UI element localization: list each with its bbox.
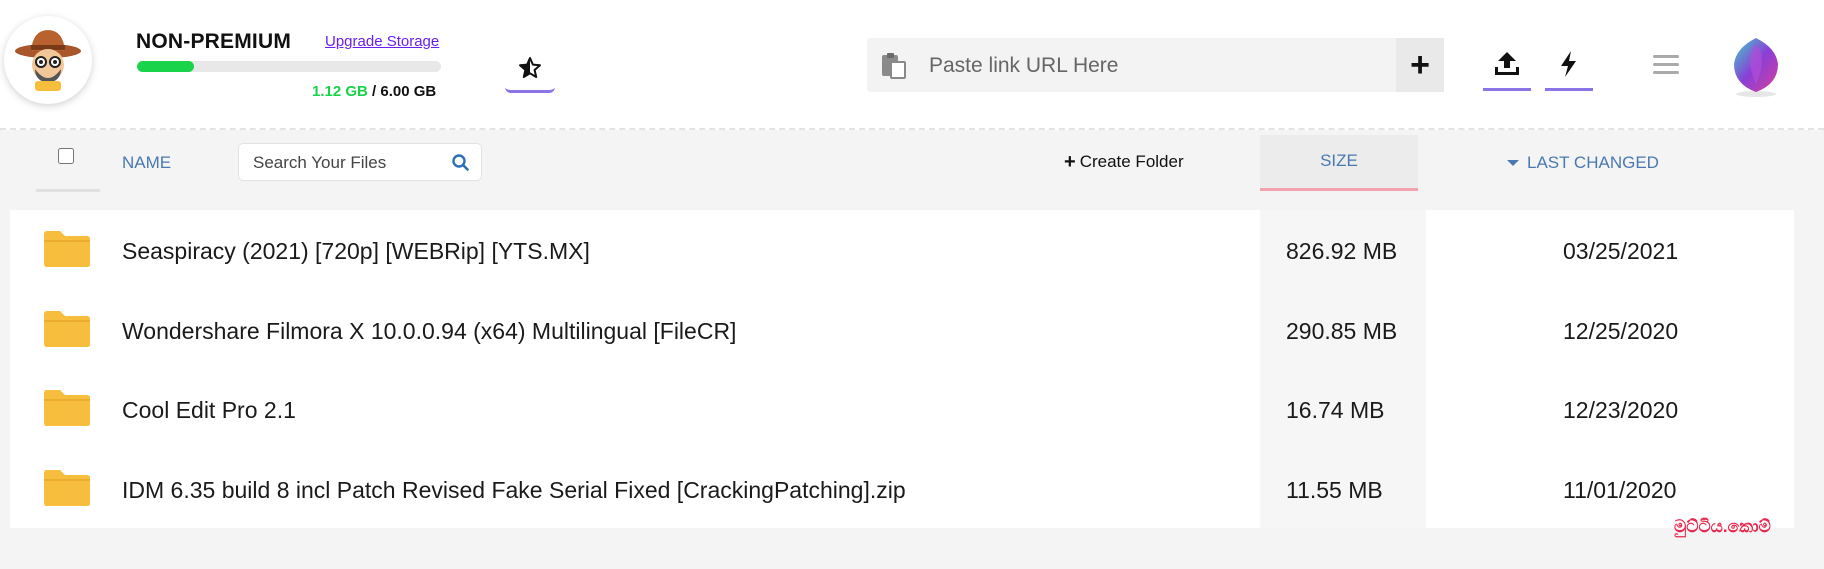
last-changed-label: LAST CHANGED [1527,153,1659,172]
column-header-name[interactable]: NAME [122,153,171,173]
folder-icon [44,311,90,347]
user-avatar-icon [15,30,81,91]
folder-icon [44,470,90,506]
search-icon[interactable] [452,154,469,171]
favorites-tab[interactable] [505,46,555,93]
menu-button[interactable] [1653,55,1679,77]
lightning-icon [1561,51,1576,77]
file-row[interactable]: Wondershare Filmora X 10.0.0.94 (x64) Mu… [10,290,1794,370]
file-size: 16.74 MB [1286,397,1385,423]
storage-progress-fill [137,61,194,72]
file-size: 290.85 MB [1286,318,1398,344]
file-row[interactable]: Seaspiracy (2021) [720p] [WEBRip] [YTS.M… [10,210,1794,290]
file-row[interactable]: Cool Edit Pro 2.1 16.74 MB 12/23/2020 [10,369,1794,449]
user-avatar[interactable] [4,16,92,104]
upload-icon [1495,52,1519,75]
column-header-last-changed[interactable]: LAST CHANGED [1507,153,1659,173]
file-date: 11/01/2020 [1563,477,1677,503]
quick-action-button[interactable] [1545,40,1593,91]
sort-caret-down-icon [1507,160,1519,166]
url-input[interactable] [927,38,1361,94]
storage-used: 1.12 GB [312,83,368,100]
search-box [238,143,482,182]
app-logo[interactable] [1726,34,1786,98]
file-size: 11.55 MB [1286,477,1383,503]
top-header: NON-PREMIUM Upgrade Storage 1.12 GB / 6.… [0,0,1824,130]
file-date: 12/25/2020 [1563,318,1679,344]
select-all-cell [36,135,100,192]
folder-icon [44,390,90,426]
storage-progress-bar [137,61,441,72]
select-all-checkbox[interactable] [58,148,74,164]
logo-icon [1734,38,1778,97]
column-header-size[interactable]: SIZE [1260,135,1418,191]
file-list: Seaspiracy (2021) [720p] [WEBRip] [YTS.M… [10,210,1794,528]
file-name[interactable]: IDM 6.35 build 8 incl Patch Revised Fake… [122,477,906,504]
file-size: 826.92 MB [1286,238,1398,264]
file-name[interactable]: Cool Edit Pro 2.1 [122,397,296,424]
clipboard-icon[interactable] [879,51,907,79]
upgrade-storage-link[interactable]: Upgrade Storage [325,33,439,50]
upload-button[interactable] [1483,40,1531,91]
file-row[interactable]: IDM 6.35 build 8 incl Patch Revised Fake… [10,449,1794,529]
storage-total: / 6.00 GB [367,83,437,100]
url-upload-box: + [867,38,1444,94]
search-input[interactable] [251,144,445,182]
star-icon [519,57,541,78]
menu-icon [1653,55,1679,74]
plus-icon: + [1064,150,1076,173]
add-url-button[interactable]: + [1396,38,1444,92]
file-name[interactable]: Wondershare Filmora X 10.0.0.94 (x64) Mu… [122,318,736,345]
file-list-toolbar: NAME + Create Folder SIZE LAST CHANGED [8,135,1794,192]
create-folder-label: Create Folder [1079,152,1184,171]
plus-icon: + [1410,45,1430,84]
watermark: මුට්ටිය.කොම් [1674,517,1771,536]
create-folder-button[interactable]: + Create Folder [1064,152,1184,172]
file-date: 03/25/2021 [1563,238,1679,264]
file-name[interactable]: Seaspiracy (2021) [720p] [WEBRip] [YTS.M… [122,238,590,265]
plan-label: NON-PREMIUM [136,30,292,53]
storage-usage: 1.12 GB / 6.00 GB [312,83,436,100]
file-date: 12/23/2020 [1563,397,1679,423]
folder-icon [44,231,90,267]
